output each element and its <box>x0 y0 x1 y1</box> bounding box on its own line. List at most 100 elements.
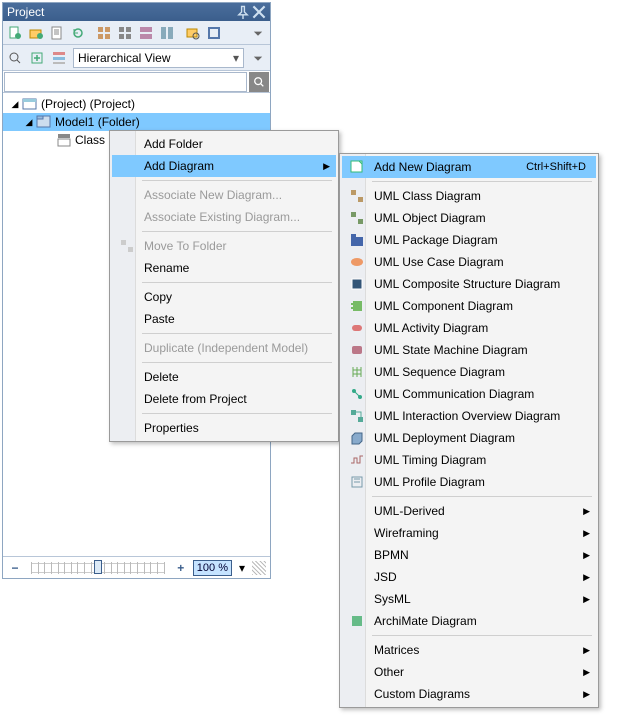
class-icon <box>56 132 72 148</box>
menu-uml-usecase[interactable]: UML Use Case Diagram <box>342 251 596 273</box>
view-selector-label: Hierarchical View <box>78 51 170 65</box>
tb-grid1-icon[interactable] <box>94 23 114 43</box>
menu-custom[interactable]: Custom Diagrams▶ <box>342 683 596 705</box>
menu-add-folder[interactable]: Add Folder <box>112 133 336 155</box>
project-icon <box>22 96 38 112</box>
submenu-arrow-icon: ▶ <box>583 572 590 583</box>
tb-new-folder-icon[interactable] <box>26 23 46 43</box>
panel-titlebar: Project <box>3 3 270 21</box>
submenu-arrow-icon: ▶ <box>583 506 590 517</box>
uml-compstruct-icon <box>346 275 368 293</box>
view-selector[interactable]: Hierarchical View ▾ <box>73 48 244 68</box>
folder-icon <box>36 114 52 130</box>
uml-deploy-icon <box>346 429 368 447</box>
menu-uml-component[interactable]: UML Component Diagram <box>342 295 596 317</box>
tb-lookup-icon[interactable] <box>5 48 25 68</box>
menu-add-diagram[interactable]: Add Diagram▶ <box>112 155 336 177</box>
menu-uml-class[interactable]: UML Class Diagram <box>342 185 596 207</box>
menu-paste[interactable]: Paste <box>112 308 336 330</box>
close-icon[interactable] <box>252 5 266 19</box>
zoom-out-button[interactable]: − <box>7 560 23 576</box>
uml-usecase-icon <box>346 253 368 271</box>
add-diagram-submenu: Add New DiagramCtrl+Shift+D UML Class Di… <box>339 153 599 708</box>
resize-grip-icon[interactable] <box>252 561 266 575</box>
menu-uml-timing[interactable]: UML Timing Diagram <box>342 449 596 471</box>
submenu-arrow-icon: ▶ <box>583 528 590 539</box>
collapse-icon[interactable]: ◢ <box>9 98 21 110</box>
menu-uml-activity[interactable]: UML Activity Diagram <box>342 317 596 339</box>
tb-add-icon[interactable] <box>27 48 47 68</box>
search-input[interactable] <box>4 72 247 92</box>
menu-copy[interactable]: Copy <box>112 286 336 308</box>
uml-class-icon <box>346 187 368 205</box>
menu-wireframing[interactable]: Wireframing▶ <box>342 522 596 544</box>
tree-folder[interactable]: ◢ Model1 (Folder) <box>3 113 270 131</box>
context-menu: Add Folder Add Diagram▶ Associate New Di… <box>109 130 339 442</box>
submenu-arrow-icon: ▶ <box>323 161 330 172</box>
tb-doc-icon[interactable] <box>47 23 67 43</box>
menu-uml-seq[interactable]: UML Sequence Diagram <box>342 361 596 383</box>
tb-grid3-icon[interactable] <box>136 23 156 43</box>
uml-comm-icon <box>346 385 368 403</box>
uml-seq-icon <box>346 363 368 381</box>
menu-uml-compstruct[interactable]: UML Composite Structure Diagram <box>342 273 596 295</box>
menu-uml-comm[interactable]: UML Communication Diagram <box>342 383 596 405</box>
tb-box-icon[interactable] <box>204 23 224 43</box>
menu-jsd[interactable]: JSD▶ <box>342 566 596 588</box>
tree-root[interactable]: ◢ (Project) (Project) <box>3 95 270 113</box>
menu-properties[interactable]: Properties <box>112 417 336 439</box>
collapse-icon[interactable]: ◢ <box>23 116 35 128</box>
tree-folder-label: Model1 (Folder) <box>55 115 140 129</box>
zoom-slider[interactable] <box>27 562 169 574</box>
menu-uml-inter[interactable]: UML Interaction Overview Diagram <box>342 405 596 427</box>
uml-profile-icon <box>346 473 368 491</box>
uml-activity-icon <box>346 319 368 337</box>
menu-move-to[interactable]: Move To Folder <box>112 235 336 257</box>
shortcut-label: Ctrl+Shift+D <box>526 161 586 173</box>
tb-refresh-icon[interactable] <box>68 23 88 43</box>
menu-delete-from-project[interactable]: Delete from Project <box>112 388 336 410</box>
uml-inter-icon <box>346 407 368 425</box>
menu-uml-package[interactable]: UML Package Diagram <box>342 229 596 251</box>
menu-add-new-diagram[interactable]: Add New DiagramCtrl+Shift+D <box>342 156 596 178</box>
tb-layout-icon[interactable] <box>49 48 69 68</box>
tb-menu-icon[interactable] <box>248 23 268 43</box>
menu-assoc-existing[interactable]: Associate Existing Diagram... <box>112 206 336 228</box>
zoom-in-button[interactable]: + <box>173 560 189 576</box>
pin-icon[interactable] <box>236 5 250 19</box>
menu-uml-state[interactable]: UML State Machine Diagram <box>342 339 596 361</box>
menu-sysml[interactable]: SysML▶ <box>342 588 596 610</box>
menu-archimate[interactable]: ArchiMate Diagram <box>342 610 596 632</box>
menu-uml-object[interactable]: UML Object Diagram <box>342 207 596 229</box>
menu-uml-derived[interactable]: UML-Derived▶ <box>342 500 596 522</box>
tb-find-icon[interactable] <box>183 23 203 43</box>
toolbar-1 <box>3 21 270 45</box>
submenu-arrow-icon: ▶ <box>583 689 590 700</box>
zoom-dropdown-icon[interactable]: ▾ <box>236 558 248 578</box>
tb-grid4-icon[interactable] <box>157 23 177 43</box>
menu-matrices[interactable]: Matrices▶ <box>342 639 596 661</box>
tb-new-file-icon[interactable] <box>5 23 25 43</box>
tree-root-label: (Project) (Project) <box>41 97 135 111</box>
menu-rename[interactable]: Rename <box>112 257 336 279</box>
search-button[interactable] <box>249 72 269 92</box>
tb-menu2-icon[interactable] <box>248 48 268 68</box>
uml-timing-icon <box>346 451 368 469</box>
uml-component-icon <box>346 297 368 315</box>
menu-duplicate[interactable]: Duplicate (Independent Model) <box>112 337 336 359</box>
menu-delete[interactable]: Delete <box>112 366 336 388</box>
menu-bpmn[interactable]: BPMN▶ <box>342 544 596 566</box>
menu-uml-profile[interactable]: UML Profile Diagram <box>342 471 596 493</box>
menu-other[interactable]: Other▶ <box>342 661 596 683</box>
new-diagram-icon <box>346 158 368 176</box>
menu-uml-deploy[interactable]: UML Deployment Diagram <box>342 427 596 449</box>
menu-assoc-new[interactable]: Associate New Diagram... <box>112 184 336 206</box>
tree-class-label: Class <box>75 133 105 147</box>
uml-package-icon <box>346 231 368 249</box>
move-icon <box>116 237 138 255</box>
submenu-arrow-icon: ▶ <box>583 550 590 561</box>
tb-grid2-icon[interactable] <box>115 23 135 43</box>
submenu-arrow-icon: ▶ <box>583 645 590 656</box>
zoom-label[interactable]: 100 % <box>193 560 232 576</box>
chevron-down-icon: ▾ <box>233 51 239 65</box>
